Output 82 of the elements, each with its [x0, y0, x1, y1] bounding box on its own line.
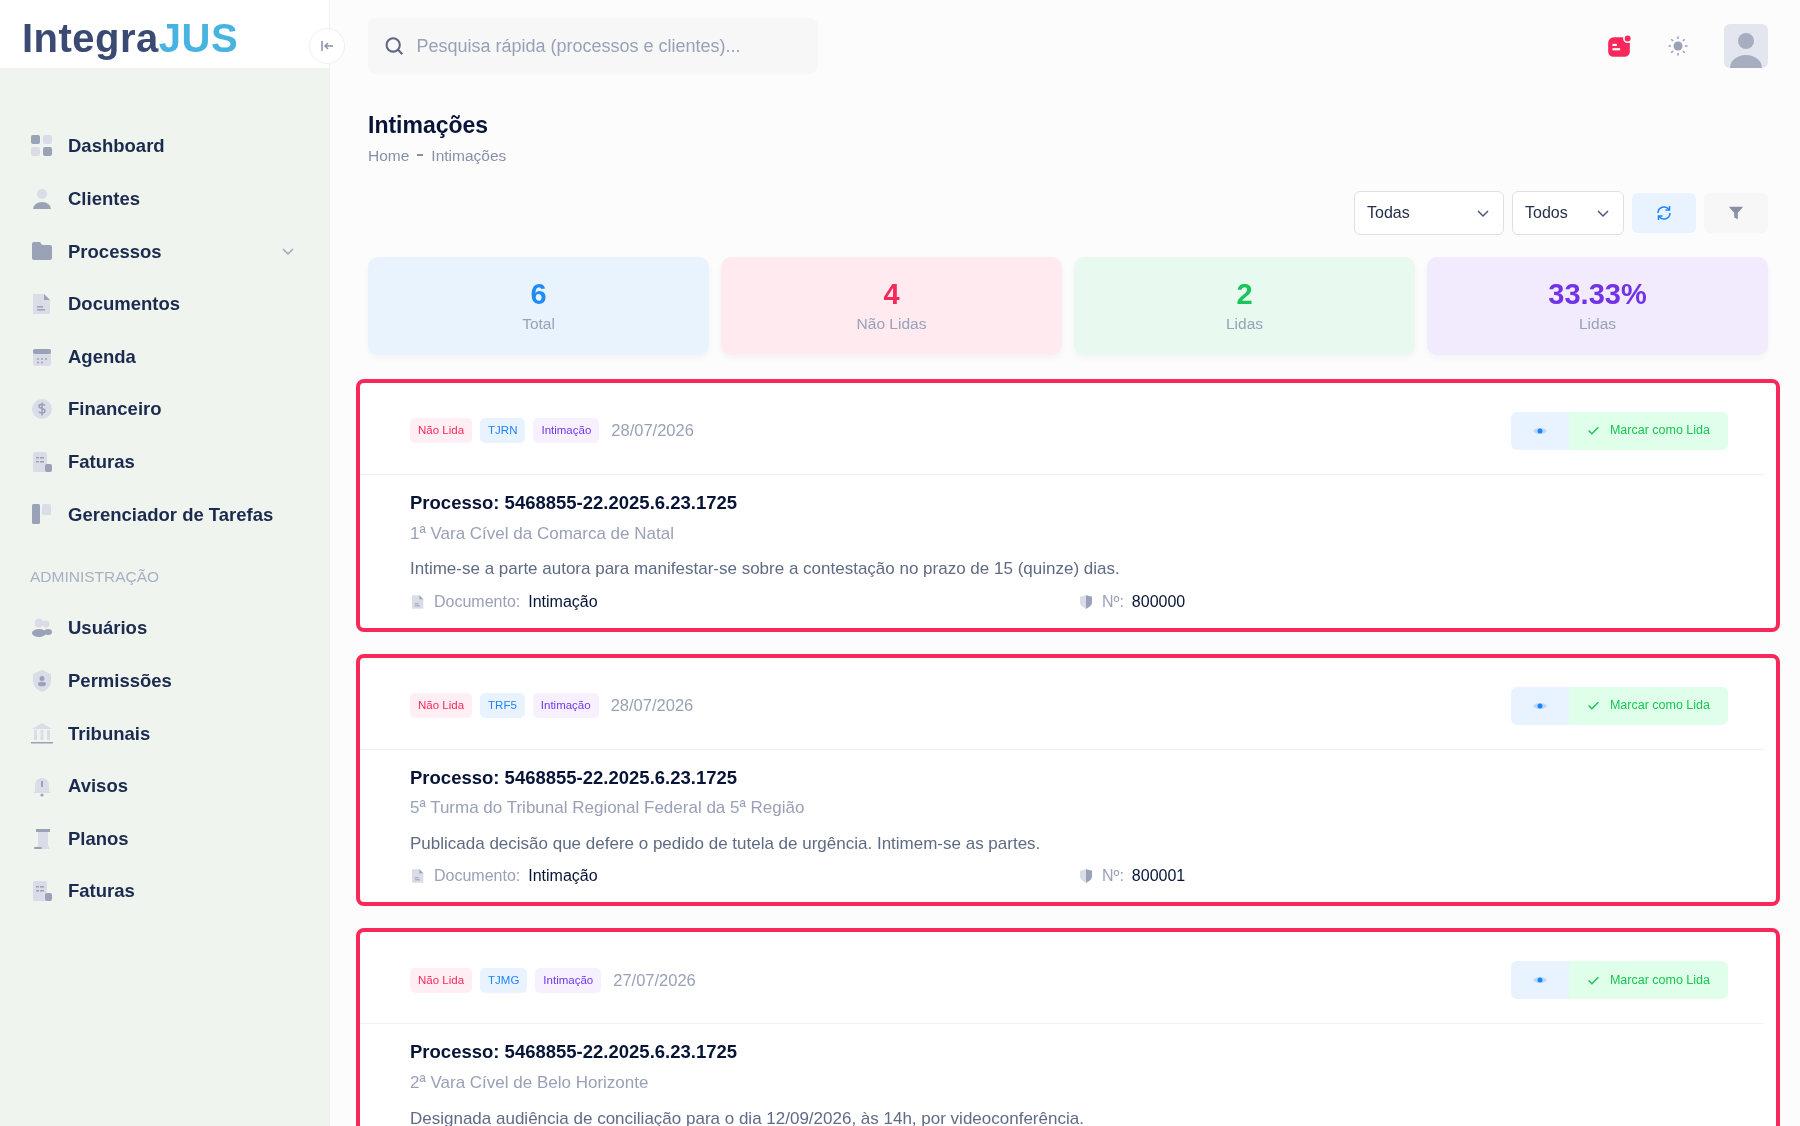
date-text: 28/07/2026 — [611, 420, 694, 442]
field-label: Nº: — [1102, 866, 1124, 887]
filter-select[interactable]: Todas — [1354, 190, 1504, 235]
field-value: Intimação — [528, 591, 598, 612]
tag: TRF5 — [480, 692, 525, 719]
stat-label: Lidas — [1225, 313, 1264, 334]
shield-icon — [30, 668, 54, 693]
sun-icon — [1666, 34, 1690, 59]
search-input[interactable]: Pesquisa rápida (processos e clientes)... — [414, 31, 802, 61]
stat-label: Não Lidas — [856, 313, 927, 334]
sidebar-item[interactable]: Avisos — [30, 759, 300, 813]
sidebar-item[interactable]: Dashboard — [30, 120, 300, 173]
sidebar-item[interactable]: Clientes — [30, 172, 300, 226]
stat-value: 33.33% — [1548, 276, 1647, 312]
date-text: 28/07/2026 — [610, 695, 694, 717]
board-icon — [30, 502, 54, 527]
court-name: 1ª Vara Cível da Comarca de Natal — [410, 522, 675, 545]
tag: Não Lida — [410, 692, 473, 719]
sidebar-item[interactable]: Processos — [30, 225, 300, 278]
field-label: Documento: — [434, 591, 521, 612]
sidebar-item[interactable]: Tribunais — [30, 707, 300, 760]
field-value: 800000 — [1131, 591, 1186, 612]
intimation-text: Intime-se a parte autora para manifestar-se sobre a contestação no prazo de 15 (quinze) dias. — [410, 558, 1121, 581]
invoice-icon — [30, 449, 54, 474]
search-field[interactable]: Pesquisa rápida (processos e clientes)... — [368, 18, 818, 74]
sidebar-item[interactable]: Gerenciador de Tarefas — [30, 488, 300, 541]
process-number: Processo: 5468855-22.2025.6.23.1725 — [410, 490, 739, 515]
notifications-button[interactable] — [1606, 33, 1632, 59]
tag: Intimação — [533, 418, 600, 444]
filter-select[interactable]: Todos — [1512, 190, 1624, 235]
collapse-button[interactable] — [309, 28, 345, 64]
process-number: Processo: 5468855-22.2025.6.23.1725 — [410, 765, 739, 790]
filter-button[interactable] — [1704, 192, 1768, 233]
document-icon — [410, 593, 426, 610]
bank-icon — [30, 721, 54, 746]
breadcrumb-separator — [417, 154, 424, 157]
dollar-icon — [30, 397, 54, 422]
process-number: Processo: 5468855-22.2025.6.23.1725 — [410, 1040, 739, 1065]
field-label: Nº: — [1102, 591, 1124, 612]
sidebar-item[interactable]: Faturas — [30, 435, 300, 489]
tag: Intimação — [535, 967, 602, 993]
page-title: Intimações — [368, 112, 490, 140]
sidebar-item[interactable]: Planos — [30, 812, 300, 865]
view-button[interactable] — [1510, 411, 1569, 450]
stat-label: Total — [522, 313, 555, 334]
tag: TJRN — [480, 418, 526, 444]
section-heading: ADMINISTRAÇÃO — [30, 566, 161, 587]
field-value: Intimação — [528, 866, 598, 887]
sidebar-item[interactable]: Faturas — [30, 864, 300, 918]
grid-icon — [30, 134, 54, 159]
field-value: 800001 — [1131, 866, 1186, 887]
stat-value: 2 — [1236, 276, 1253, 312]
stat-value: 4 — [883, 276, 900, 312]
stat-value: 6 — [530, 276, 547, 312]
sidebar-item[interactable]: Financeiro — [30, 382, 300, 436]
collapse-arrow-icon — [319, 38, 335, 54]
sidebar-item[interactable]: Documentos — [30, 277, 300, 331]
view-button[interactable] — [1510, 686, 1569, 725]
sidebar-item[interactable]: Permissões — [30, 654, 300, 708]
court-name: 5ª Turma do Tribunal Regional Federal da 5ª Região — [410, 797, 806, 820]
refresh-button[interactable] — [1632, 192, 1696, 233]
view-button[interactable] — [1510, 961, 1569, 1000]
search-icon — [384, 35, 405, 57]
court-name: 2ª Vara Cível de Belo Horizonte — [410, 1072, 650, 1095]
sidebar-item[interactable]: Usuários — [30, 602, 300, 655]
tag: Não Lida — [410, 967, 473, 993]
logo: IntegraJUS — [22, 18, 239, 58]
tag: Não Lida — [410, 418, 473, 444]
tag: Intimação — [532, 692, 599, 719]
field-label: Documento: — [434, 866, 521, 887]
date-text: 27/07/2026 — [613, 969, 696, 991]
stat-label: Lidas — [1578, 313, 1617, 334]
document-icon — [410, 868, 426, 885]
user-icon — [30, 186, 54, 211]
tag: TJMG — [480, 967, 528, 993]
invoice-icon — [30, 879, 54, 904]
intimation-text: Publicada decisão que defere o pedido de tutela de urgência. Intimem-se as partes. — [410, 832, 1042, 855]
sidebar-item[interactable]: Agenda — [30, 330, 300, 383]
shield-icon — [1078, 868, 1094, 885]
shield-icon — [1078, 593, 1094, 610]
avatar[interactable] — [1724, 24, 1768, 68]
breadcrumb-item: Intimações — [431, 145, 507, 166]
